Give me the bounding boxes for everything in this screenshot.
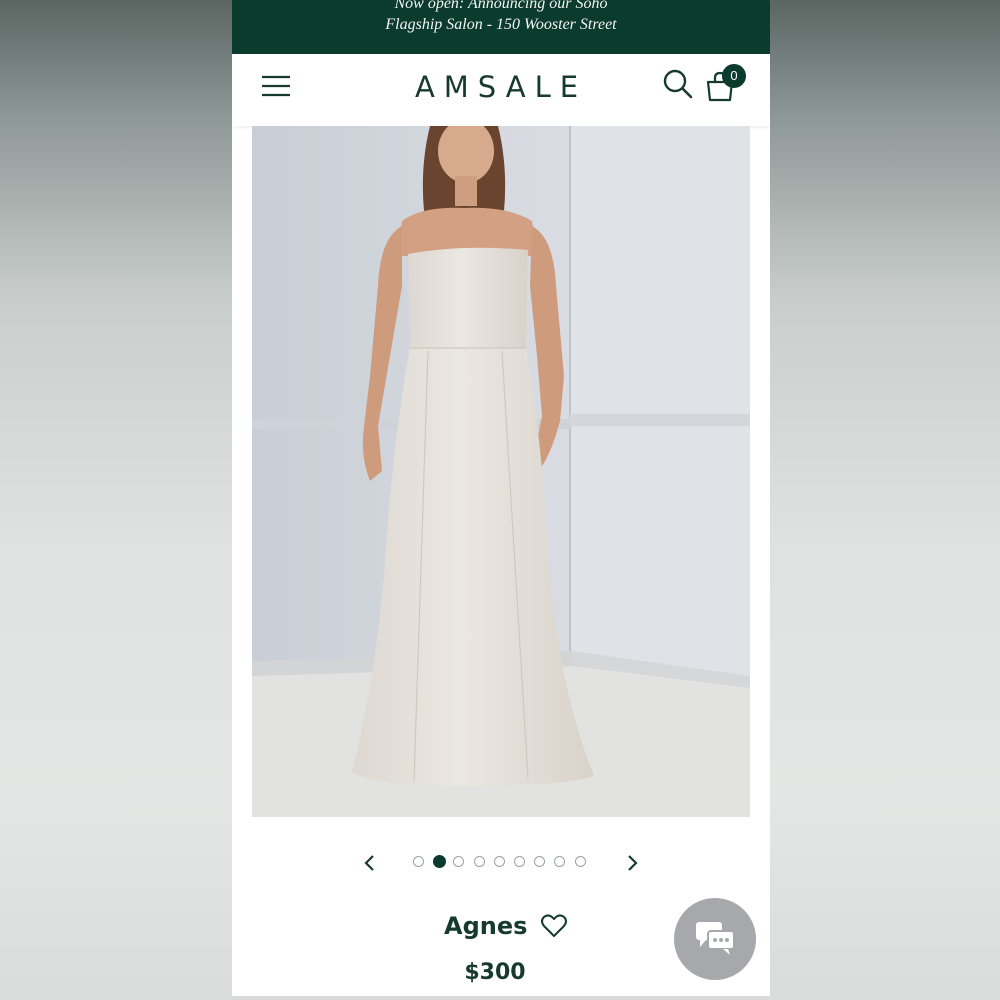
carousel-dot[interactable]	[473, 856, 485, 867]
product-photo-illustration	[252, 126, 750, 817]
search-icon[interactable]	[662, 68, 694, 100]
carousel-dot[interactable]	[493, 856, 505, 867]
carousel-dot[interactable]	[453, 856, 465, 867]
carousel-dot[interactable]	[514, 856, 525, 867]
product-title-row: Agnes	[444, 912, 568, 948]
site-header: AMSALE 0	[232, 54, 770, 126]
chat-button[interactable]	[674, 898, 756, 980]
product-price: $300	[464, 960, 526, 985]
carousel-dot[interactable]	[413, 856, 424, 867]
product-image[interactable]	[252, 126, 750, 817]
carousel-dot[interactable]	[554, 856, 566, 867]
announcement-line-2: Flagship Salon - 150 Wooster Street	[385, 16, 617, 33]
cart-count-badge[interactable]: 0	[722, 64, 746, 88]
carousel-dot[interactable]	[574, 856, 586, 867]
carousel-dot[interactable]	[534, 856, 546, 867]
announcement-line-1: Now open: Announcing our Soho	[394, 0, 608, 12]
chevron-right-icon[interactable]	[622, 852, 642, 874]
chevron-left-icon[interactable]	[360, 852, 380, 874]
image-carousel-controls	[232, 848, 770, 878]
announcement-bar[interactable]: Now open: Announcing our Soho Flagship S…	[232, 0, 770, 54]
chat-bubbles-icon	[696, 922, 735, 955]
carousel-dot[interactable]	[433, 855, 447, 868]
product-name: Agnes	[444, 912, 528, 940]
heart-icon[interactable]	[540, 913, 568, 939]
mobile-page: Now open: Announcing our Soho Flagship S…	[232, 0, 770, 996]
